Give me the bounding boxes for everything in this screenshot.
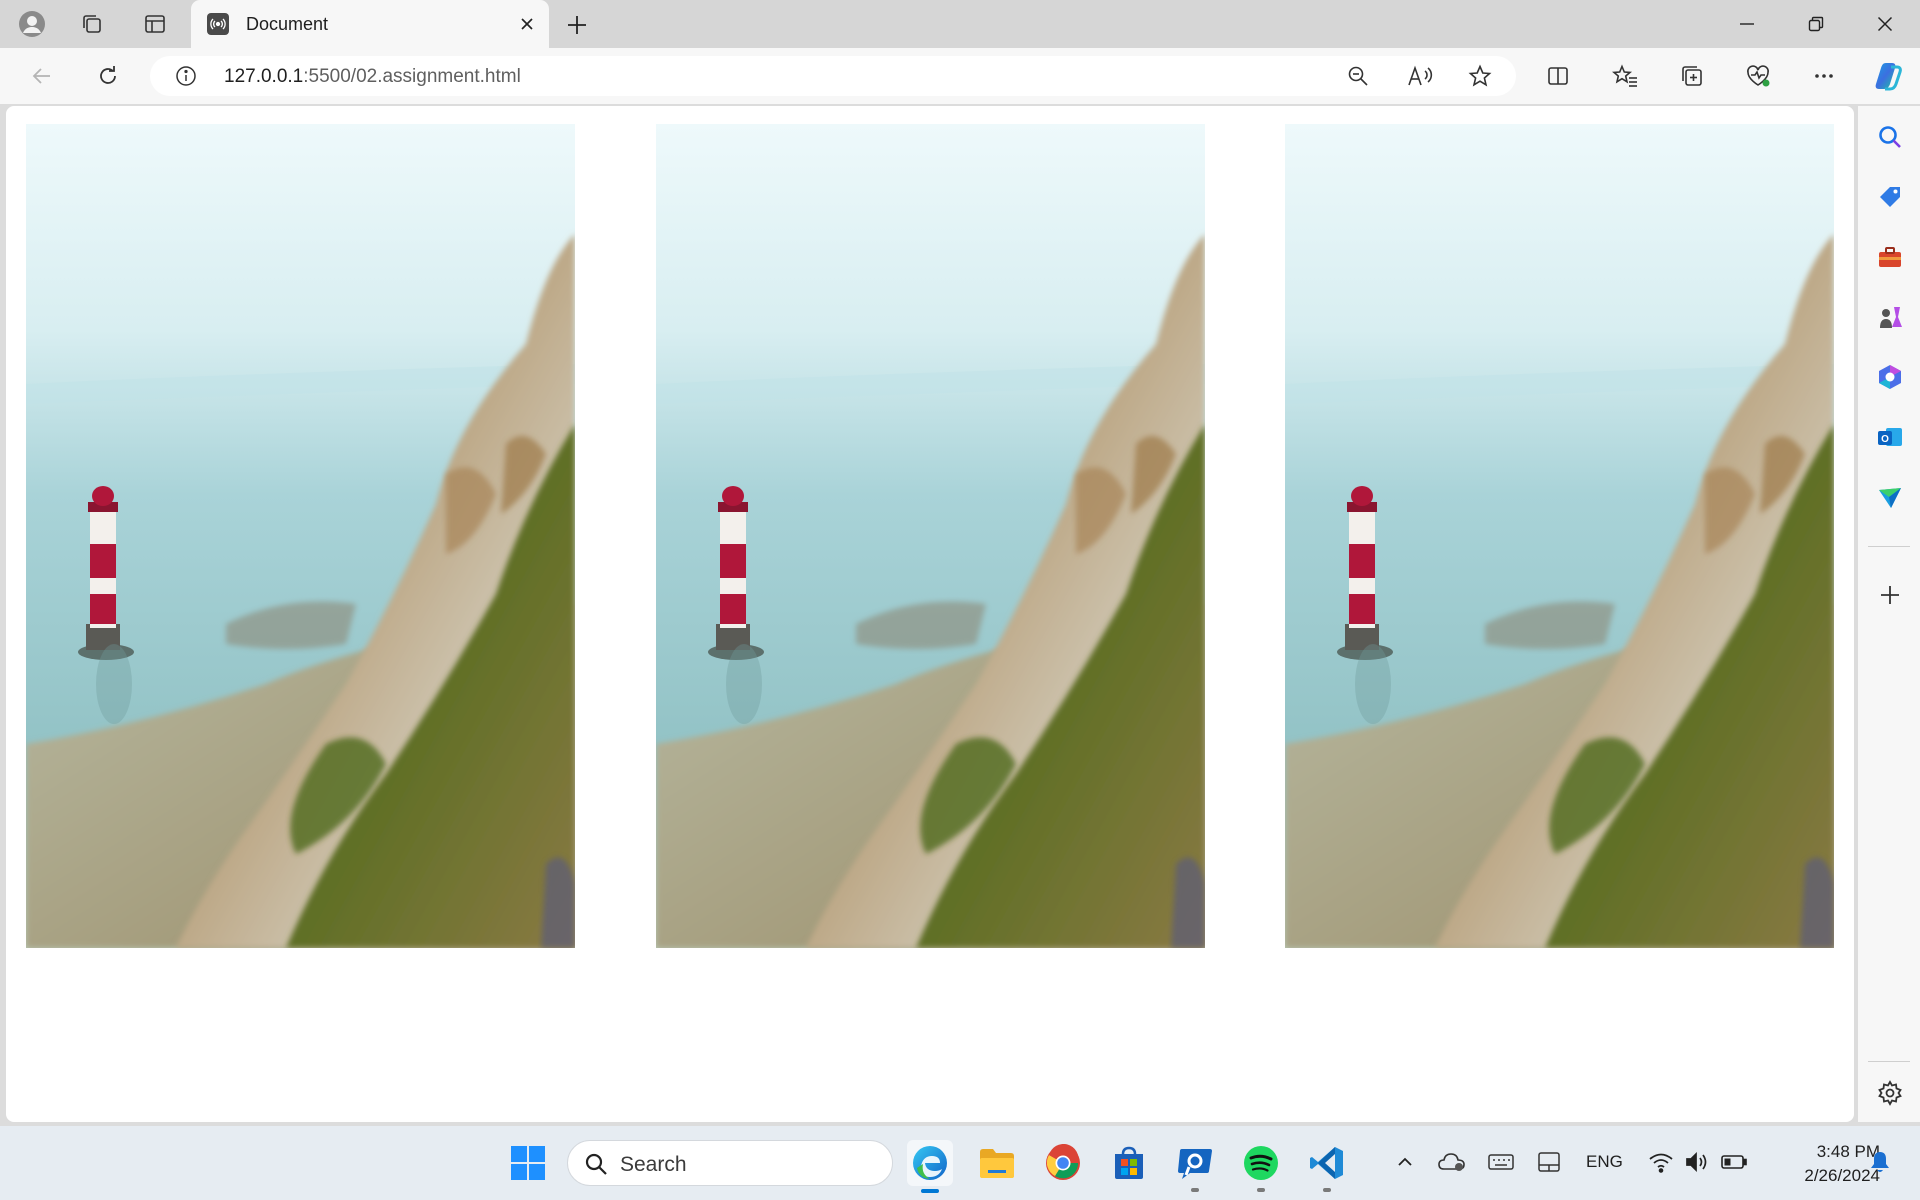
url-path: :5500/02.assignment.html (303, 66, 521, 87)
vertical-tabs-icon[interactable] (141, 10, 169, 38)
restore-icon (1808, 16, 1824, 32)
spotify-icon[interactable] (1238, 1140, 1284, 1192)
profile-icon[interactable] (18, 10, 46, 38)
url-text[interactable]: 127.0.0.1:5500/02.assignment.html (224, 66, 521, 88)
close-icon (1877, 16, 1893, 32)
shopping-tag-icon[interactable] (1873, 180, 1907, 214)
edge-sidebar: O (1858, 106, 1920, 1122)
url-host: 127.0.0.1 (224, 66, 304, 87)
back-button[interactable] (26, 60, 58, 92)
title-bar: Document (0, 0, 1920, 48)
keyboard-icon[interactable] (1485, 1146, 1517, 1178)
svg-text:O: O (1881, 434, 1889, 445)
chrome-icon[interactable] (1040, 1140, 1086, 1186)
remote-icon[interactable] (1172, 1140, 1218, 1192)
sidebar-divider (1868, 1061, 1910, 1062)
active-indicator (921, 1189, 939, 1193)
taskbar-search[interactable]: Search (567, 1140, 893, 1186)
split-screen-icon[interactable] (1542, 60, 1574, 92)
zoom-out-icon[interactable] (1346, 64, 1370, 88)
touchpad-icon[interactable] (1533, 1146, 1565, 1178)
search-icon (585, 1153, 607, 1175)
copilot-icon[interactable] (1870, 58, 1906, 94)
minimize-button[interactable] (1716, 0, 1778, 48)
microsoft-365-icon[interactable] (1873, 360, 1907, 394)
taskbar: Search ENG 3:48 PM 2/26/2024 (0, 1126, 1920, 1200)
site-info-icon[interactable] (174, 64, 198, 88)
search-placeholder: Search (620, 1153, 687, 1176)
lighthouse-image-2 (656, 124, 1205, 948)
vscode-icon[interactable] (1304, 1140, 1350, 1192)
workspaces-icon[interactable] (78, 10, 106, 38)
favorites-icon[interactable] (1609, 60, 1641, 92)
minimize-icon (1740, 23, 1754, 25)
lighthouse-image-1 (26, 124, 575, 948)
read-aloud-icon[interactable] (1407, 64, 1433, 88)
broadcast-icon (207, 13, 229, 35)
collections-icon[interactable] (1676, 60, 1708, 92)
close-tab-icon[interactable] (515, 12, 539, 36)
store-icon[interactable] (1106, 1140, 1152, 1186)
tools-icon[interactable] (1873, 240, 1907, 274)
windows-start-icon[interactable] (505, 1140, 551, 1186)
page-viewport (6, 106, 1854, 1122)
wifi-icon[interactable] (1645, 1146, 1677, 1178)
notification-bell-icon[interactable] (1864, 1146, 1896, 1178)
chevron-up-icon[interactable] (1389, 1146, 1421, 1178)
new-tab-button[interactable] (562, 10, 592, 40)
lighthouse-image-3 (1285, 124, 1834, 948)
games-icon[interactable] (1873, 300, 1907, 334)
address-bar[interactable]: 127.0.0.1:5500/02.assignment.html (150, 56, 1516, 96)
search-icon[interactable] (1873, 120, 1907, 154)
close-window-button[interactable] (1854, 0, 1916, 48)
drop-icon[interactable] (1873, 480, 1907, 514)
volume-icon[interactable] (1681, 1146, 1713, 1178)
tab-document[interactable]: Document (191, 0, 549, 48)
refresh-icon (100, 66, 116, 84)
browser-toolbar: 127.0.0.1:5500/02.assignment.html (0, 48, 1920, 104)
running-indicator (1191, 1188, 1199, 1192)
restore-button[interactable] (1785, 0, 1847, 48)
settings-icon[interactable] (1873, 1076, 1907, 1110)
edge-icon[interactable] (907, 1140, 953, 1193)
file-explorer-icon[interactable] (974, 1140, 1020, 1186)
favorite-star-icon[interactable] (1468, 64, 1492, 88)
browser-essentials-icon[interactable] (1742, 60, 1774, 92)
language-indicator[interactable]: ENG (1586, 1152, 1623, 1172)
running-indicator (1323, 1188, 1331, 1192)
outlook-icon[interactable]: O (1873, 420, 1907, 454)
tab-title: Document (246, 14, 329, 34)
add-icon[interactable] (1873, 578, 1907, 612)
refresh-button[interactable] (92, 60, 124, 92)
running-indicator (1257, 1188, 1265, 1192)
sidebar-divider (1868, 546, 1910, 547)
battery-icon[interactable] (1718, 1146, 1750, 1178)
arrow-left-icon (32, 68, 50, 84)
more-options-icon[interactable] (1808, 60, 1840, 92)
onedrive-icon[interactable] (1436, 1146, 1468, 1178)
